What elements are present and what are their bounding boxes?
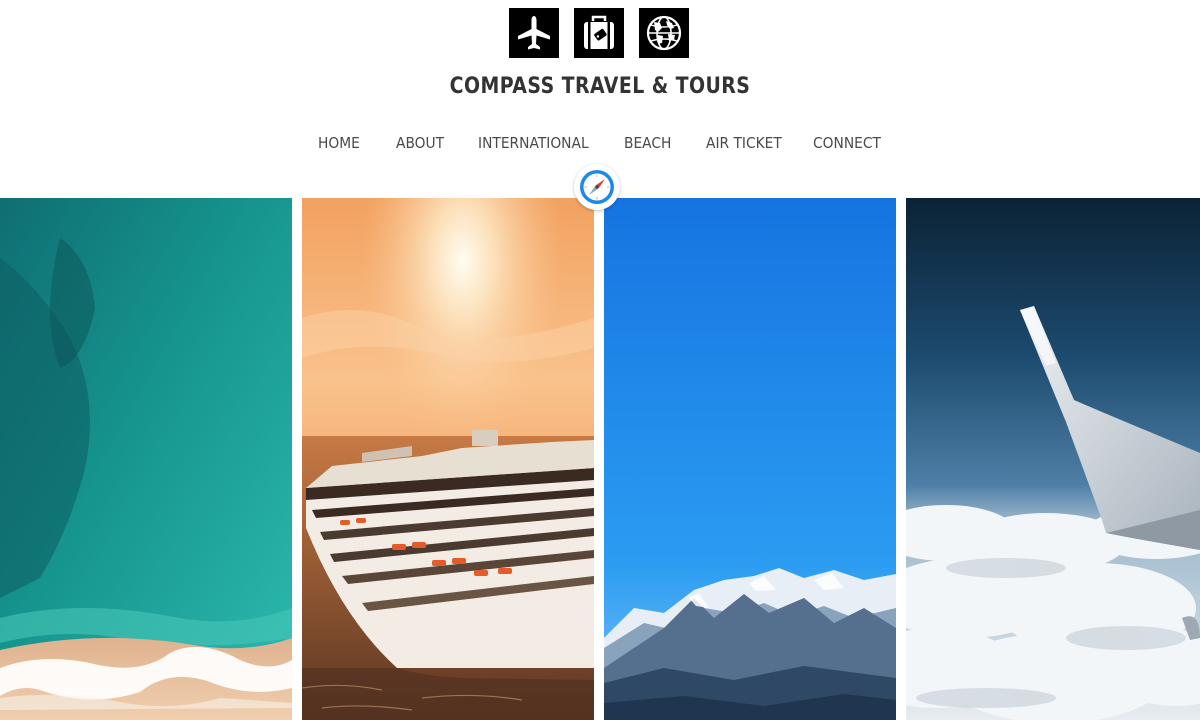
- nav-item-connect[interactable]: CONNECT: [813, 134, 881, 152]
- nav-item-air-ticket[interactable]: AIR TICKET: [706, 134, 782, 152]
- nav-item-beach[interactable]: BEACH: [624, 134, 671, 152]
- header-icon-row: [509, 8, 689, 58]
- main-nav: HOME ABOUT INTERNATIONAL BEACH AIR TICKE…: [0, 134, 1200, 156]
- nav-item-about[interactable]: ABOUT: [396, 134, 444, 152]
- airplane-wing-image[interactable]: [906, 198, 1200, 720]
- snowy-mountains-image[interactable]: [604, 198, 896, 720]
- nav-item-international[interactable]: INTERNATIONAL: [478, 134, 589, 152]
- airplane-icon: [509, 8, 559, 58]
- beach-aerial-image[interactable]: [0, 198, 292, 720]
- cruise-ship-image[interactable]: [302, 198, 594, 720]
- globe-icon: [639, 8, 689, 58]
- luggage-icon: [574, 8, 624, 58]
- image-gallery: [0, 198, 1200, 720]
- compass-badge: [574, 164, 620, 210]
- brand-title: COMPASS TRAVEL & TOURS: [449, 74, 751, 99]
- nav-item-home[interactable]: HOME: [318, 134, 360, 152]
- compass-icon: [580, 170, 614, 204]
